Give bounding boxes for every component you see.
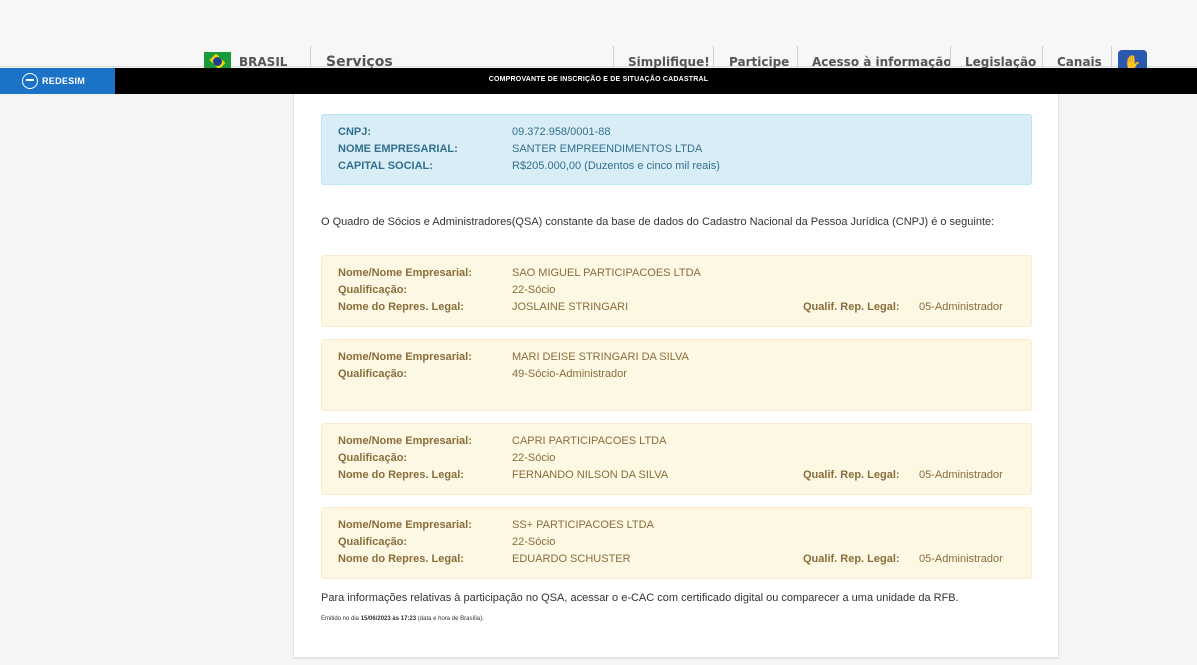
divider [310,46,311,67]
socio-qualif-rep: 05-Administrador [919,301,1003,313]
qualif-rep-label: Qualif. Rep. Legal: [803,301,900,313]
emitido-prefix: Emitido no dia [321,616,360,622]
qualif-rep-label: Qualif. Rep. Legal: [803,553,900,565]
socio-card: Nome/Nome Empresarial: SS+ PARTICIPACOES… [321,507,1032,579]
cnpj-label: CNPJ: [338,126,372,138]
capital-label: CAPITAL SOCIAL: [338,160,433,172]
menu-simplifique[interactable]: Simplifique! [628,55,710,69]
company-name-label: NOME EMPRESARIAL: [338,143,458,155]
nome-label: Nome/Nome Empresarial: [338,267,472,279]
repres-label: Nome do Repres. Legal: [338,301,464,313]
redesim-globe-icon [22,73,38,89]
socio-qualificacao: 49-Sócio-Administrador [512,368,627,380]
redesim-logo-text: REDESIM [42,76,86,86]
capital-value: R$205.000,00 (Duzentos e cinco mil reais… [512,160,720,172]
nome-label: Nome/Nome Empresarial: [338,519,472,531]
socio-repres: JOSLAINE STRINGARI [512,301,629,313]
socio-qualificacao: 22-Sócio [512,452,556,464]
socio-qualificacao: 22-Sócio [512,284,556,296]
divider [950,46,951,67]
socio-repres: FERNANDO NILSON DA SILVA [512,469,669,481]
company-info-box: CNPJ: 09.372.958/0001-88 NOME EMPRESARIA… [321,114,1032,185]
nome-label: Nome/Nome Empresarial: [338,351,472,363]
menu-legislacao[interactable]: Legislação [965,55,1036,69]
qualificacao-label: Qualificação: [338,452,408,464]
company-name-value: SANTER EMPREENDIMENTOS LTDA [512,143,703,155]
qsa-intro-text: O Quadro de Sócios e Administradores(QSA… [321,216,995,228]
socio-nome: MARI DEISE STRINGARI DA SILVA [512,351,689,363]
nome-label: Nome/Nome Empresarial: [338,435,472,447]
divider [613,46,614,67]
brasil-label: BRASIL [239,54,288,69]
title-bar: COMPROVANTE DE INSCRIÇÃO E DE SITUAÇÃO C… [0,68,1197,94]
menu-acesso-informacao[interactable]: Acesso à informação [812,55,952,69]
socio-nome: CAPRI PARTICIPACOES LTDA [512,435,667,447]
page-title: COMPROVANTE DE INSCRIÇÃO E DE SITUAÇÃO C… [488,76,709,83]
divider [713,46,714,67]
socio-card: Nome/Nome Empresarial: CAPRI PARTICIPACO… [321,423,1032,495]
divider [1042,46,1043,67]
divider [1111,46,1112,67]
emitido-datetime: 15/06/2023 às 17:23 [360,616,417,622]
socio-repres: EDUARDO SCHUSTER [512,553,631,565]
socio-card: Nome/Nome Empresarial: SAO MIGUEL PARTIC… [321,255,1032,327]
socio-qualif-rep: 05-Administrador [919,469,1003,481]
repres-label: Nome do Repres. Legal: [338,469,464,481]
emission-timestamp: Emitido no dia 15/06/2023 às 17:23 (data… [321,616,484,622]
gov-top-bar: BRASIL Serviços Simplifique! Participe A… [0,0,1197,74]
menu-participe[interactable]: Participe [729,55,789,69]
socio-qualif-rep: 05-Administrador [919,553,1003,565]
footer-info-text: Para informações relativas à participaçã… [321,592,959,604]
qualificacao-label: Qualificação: [338,284,408,296]
qualificacao-label: Qualificação: [338,368,408,380]
menu-canais[interactable]: Canais [1057,55,1102,69]
repres-label: Nome do Repres. Legal: [338,553,464,565]
socio-nome: SS+ PARTICIPACOES LTDA [512,519,654,531]
emitido-suffix: (data e hora de Brasília). [417,616,484,622]
redesim-logo[interactable]: REDESIM [0,68,115,94]
qualificacao-label: Qualificação: [338,536,408,548]
socio-card: Nome/Nome Empresarial: MARI DEISE STRING… [321,339,1032,411]
content-panel: CNPJ: 09.372.958/0001-88 NOME EMPRESARIA… [293,94,1059,658]
socio-qualificacao: 22-Sócio [512,536,556,548]
qualif-rep-label: Qualif. Rep. Legal: [803,469,900,481]
divider [797,46,798,67]
socio-nome: SAO MIGUEL PARTICIPACOES LTDA [512,267,701,279]
cnpj-value: 09.372.958/0001-88 [512,126,611,138]
